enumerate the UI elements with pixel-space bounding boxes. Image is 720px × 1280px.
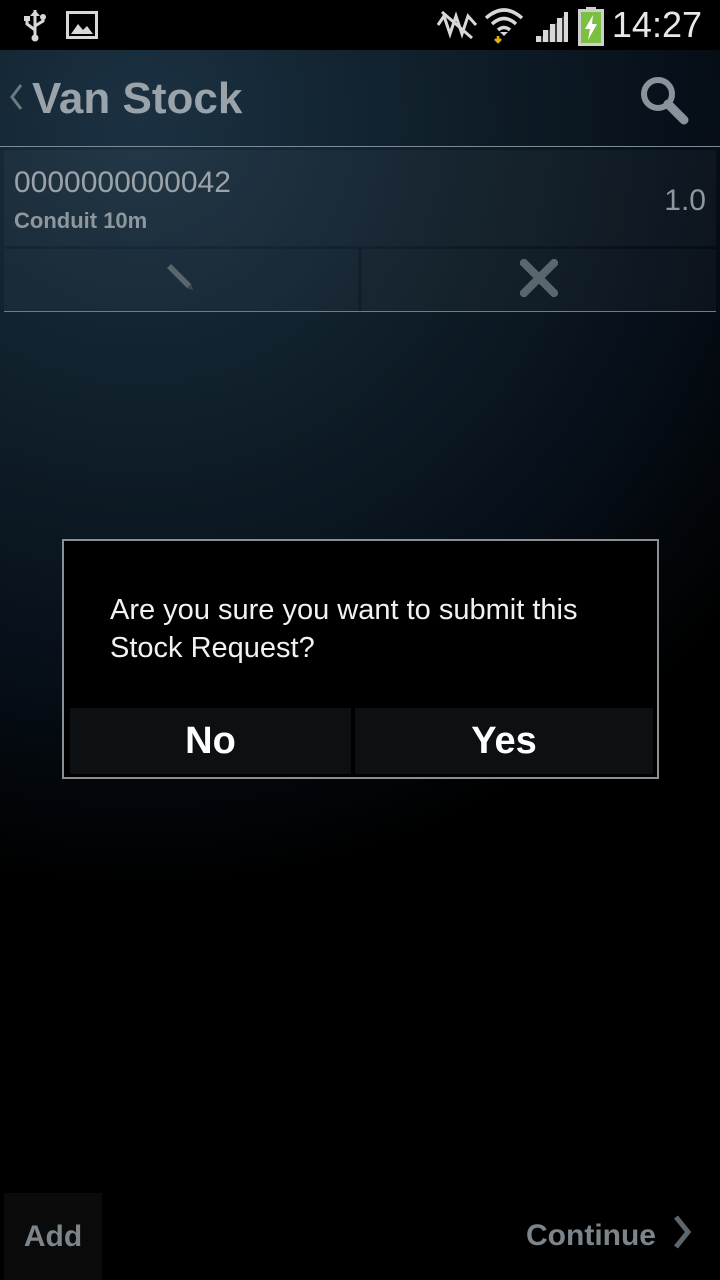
usb-icon: [22, 8, 48, 47]
no-button[interactable]: No: [70, 708, 351, 774]
add-button[interactable]: Add: [4, 1193, 102, 1280]
chevron-left-icon[interactable]: [8, 82, 24, 117]
status-bar: 14:27: [0, 0, 720, 50]
continue-button-label: Continue: [526, 1219, 656, 1252]
add-button-label: Add: [23, 1219, 83, 1253]
delete-button[interactable]: [362, 249, 716, 311]
item-name: Conduit 10m: [14, 208, 148, 233]
action-bar-divider: [0, 146, 720, 147]
edit-button[interactable]: [4, 249, 358, 311]
page-title: Van Stock: [32, 74, 243, 123]
list-divider: [4, 311, 716, 312]
no-nfc-icon: [436, 10, 478, 45]
item-actions: [4, 249, 716, 311]
edit-icon: [163, 260, 199, 301]
wifi-icon: [484, 6, 524, 49]
dialog-message: Are you sure you want to submit this Sto…: [110, 594, 578, 664]
action-bar: Van Stock: [0, 50, 720, 146]
clock: 14:27: [611, 4, 702, 45]
item-quantity: 1.0: [664, 184, 706, 217]
continue-button[interactable]: Continue: [526, 1212, 692, 1260]
screen: 14:27 Van Stock 0000000000042 Conduit 10…: [0, 0, 720, 1280]
item-code: 0000000000042: [14, 166, 231, 199]
chevron-right-icon: [672, 1214, 692, 1258]
battery-charging-icon: [578, 6, 604, 51]
yes-button[interactable]: Yes: [355, 708, 653, 774]
dialog-buttons: No Yes: [70, 708, 653, 774]
search-icon[interactable]: [638, 74, 690, 126]
confirm-dialog: Are you sure you want to submit this Sto…: [62, 539, 659, 779]
signal-icon: [534, 10, 570, 49]
image-notification-icon: [66, 11, 98, 44]
delete-icon: [518, 256, 560, 302]
list-item[interactable]: 0000000000042 Conduit 10m 1.0: [4, 150, 716, 246]
